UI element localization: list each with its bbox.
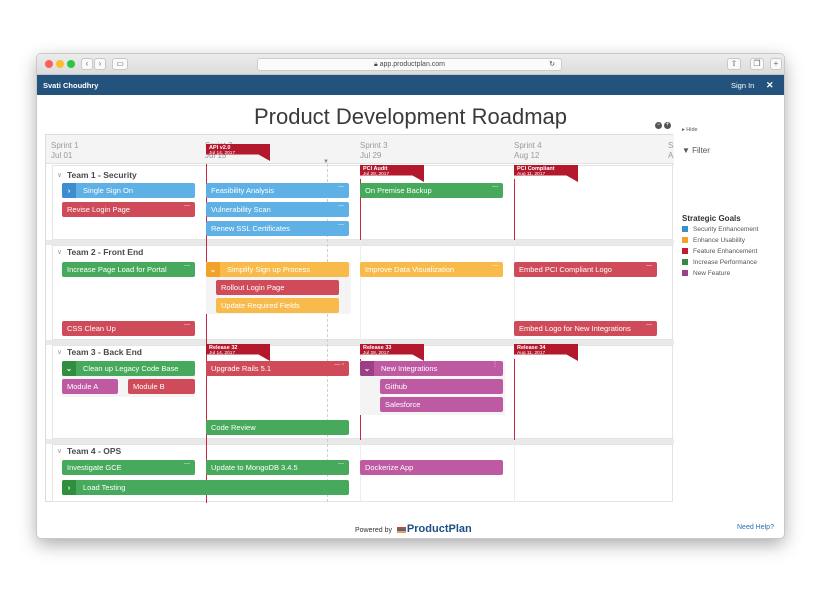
roadmap-bar[interactable]: Embed Logo for New Integrations — <box>514 321 657 336</box>
roadmap-bar[interactable]: Github <box>380 379 503 394</box>
back-arrow-icon[interactable]: ‹ <box>81 58 93 70</box>
sprint-column-1: Sprint 1 Jul 01 <box>51 141 79 160</box>
sprint-column-5: SA <box>668 141 674 160</box>
productplan-logo-icon <box>396 527 406 533</box>
goal-swatch <box>682 259 688 265</box>
expand-chevron-icon[interactable]: › <box>62 183 76 198</box>
milestone-line <box>514 359 515 440</box>
goals-title: Strategic Goals <box>682 214 741 223</box>
roadmap-bar[interactable]: Embed PCI Compliant Logo — <box>514 262 657 277</box>
roadmap-bar[interactable]: Improve Data Visualization — <box>360 262 503 277</box>
collapse-chevron-icon[interactable]: ∨ <box>57 171 62 179</box>
reload-icon[interactable]: ↻ <box>549 59 555 70</box>
screenshot-root: ‹ › ▭ 🔒︎ app.productplan.com ↻ ⇧ ❐ + Sva… <box>0 0 820 590</box>
forward-arrow-icon[interactable]: › <box>94 58 106 70</box>
roadmap-bar[interactable]: On Premise Backup — <box>360 183 503 198</box>
roadmap-bar[interactable]: Salesforce <box>380 397 503 412</box>
tabs-icon[interactable]: ❐ <box>750 58 764 70</box>
roadmap-bar[interactable]: Module B <box>128 379 195 394</box>
collapse-chevron-icon[interactable]: ⌄ <box>360 361 374 376</box>
roadmap-bar[interactable]: ⌄ Clean up Legacy Code Base <box>62 361 195 376</box>
roadmap-bar[interactable]: CSS Clean Up — <box>62 321 195 336</box>
hide-toggle[interactable]: ▸ Hide <box>682 127 698 133</box>
zoom-in-icon[interactable]: + <box>664 122 671 129</box>
goal-item: Security Enhancement <box>682 226 758 233</box>
collapse-chevron-icon[interactable]: ∨ <box>57 348 62 356</box>
expand-chevron-icon[interactable]: › <box>62 480 76 495</box>
team-title: Team 3 - Back End <box>67 347 142 357</box>
roadmap-bar[interactable]: ⌄ New Integrations ⋮ <box>360 361 503 376</box>
roadmap-bar[interactable]: Rollout Login Page <box>216 280 339 295</box>
goal-item: Feature Enhancement <box>682 248 757 255</box>
roadmap-bar[interactable]: Dockerize App <box>360 460 503 475</box>
minimize-window-button[interactable] <box>56 60 64 68</box>
filter-icon: ▼ <box>682 146 693 155</box>
roadmap-bar[interactable]: Code Review <box>206 420 349 435</box>
roadmap-bar[interactable]: Update to MongoDB 3.4.5— <box>206 460 349 475</box>
close-icon[interactable]: ✕ <box>766 80 774 91</box>
zoom-out-icon[interactable]: − <box>655 122 662 129</box>
filter-button[interactable]: ▼ Filter <box>682 146 710 155</box>
roadmap-bar[interactable]: › Single Sign On <box>62 183 195 198</box>
goal-item: Increase Performance <box>682 259 757 266</box>
page-title: Product Development Roadmap <box>253 104 568 129</box>
brand-name: ProductPlan <box>406 523 472 535</box>
collapse-chevron-icon[interactable]: ⌄ <box>62 361 76 376</box>
user-name: Svati Choudhry <box>43 81 99 90</box>
roadmap-bar[interactable]: Investigate GCE — <box>62 460 195 475</box>
close-window-button[interactable] <box>45 60 53 68</box>
app-header: Svati Choudhry Sign In ✕ <box>37 75 784 95</box>
powered-by: Powered by ProductPlan <box>355 523 472 535</box>
sprint-column-4: Sprint 4 Aug 12 <box>514 141 542 160</box>
sprint-column-3: Sprint 3 Jul 29 <box>360 141 388 160</box>
need-help-link[interactable]: Need Help? <box>737 524 774 531</box>
collapse-chevron-icon[interactable]: ∨ <box>57 248 62 256</box>
zoom-window-button[interactable] <box>67 60 75 68</box>
collapse-chevron-icon[interactable]: ⌄ <box>206 262 220 277</box>
new-tab-icon[interactable]: + <box>770 58 782 70</box>
address-bar[interactable]: 🔒︎ app.productplan.com ↻ <box>257 58 562 71</box>
roadmap-bar[interactable]: › Load Testing <box>62 480 349 495</box>
roadmap-bar[interactable]: Increase Page Load for Portal — <box>62 262 195 277</box>
goal-swatch <box>682 226 688 232</box>
browser-window: ‹ › ▭ 🔒︎ app.productplan.com ↻ ⇧ ❐ + Sva… <box>37 54 784 538</box>
browser-toolbar: ‹ › ▭ 🔒︎ app.productplan.com ↻ ⇧ ❐ + <box>37 54 784 75</box>
roadmap-bar[interactable]: Renew SSL Certificates — <box>206 221 349 236</box>
roadmap-bar[interactable]: ⌄ Simplify Sign up Process <box>206 262 349 277</box>
roadmap-bar[interactable]: Feasibility Analysis — <box>206 183 349 198</box>
roadmap-bar[interactable]: Module A <box>62 379 118 394</box>
sidebar-toggle-icon[interactable]: ▭ <box>112 58 128 70</box>
roadmap-grid: Sprint 1Jul 01 Sprint 2Jul 15 Sprint 3Ju… <box>45 134 674 503</box>
roadmap-bar[interactable]: Update Required Fields <box>216 298 339 313</box>
team-title: Team 2 - Front End <box>67 247 144 257</box>
goal-swatch <box>682 270 688 276</box>
goal-swatch <box>682 237 688 243</box>
milestone-line <box>514 179 515 240</box>
roadmap-bar[interactable]: Vulnerability Scan — <box>206 202 349 217</box>
url-text: app.productplan.com <box>379 61 446 68</box>
share-icon[interactable]: ⇧ <box>727 58 741 70</box>
roadmap-bar[interactable]: Revise Login Page — <box>62 202 195 217</box>
goal-swatch <box>682 248 688 254</box>
team-title: Team 1 - Security <box>67 170 137 180</box>
roadmap-bar[interactable]: Upgrade Rails 5.1— ▫ <box>206 361 349 376</box>
team-title: Team 4 - OPS <box>67 446 122 456</box>
goal-item: New Feature <box>682 270 730 277</box>
goal-item: Enhance Usability <box>682 237 745 244</box>
sign-in-link[interactable]: Sign In <box>731 81 754 90</box>
collapse-chevron-icon[interactable]: ∨ <box>57 447 62 455</box>
sprint-header: Sprint 1Jul 01 Sprint 2Jul 15 Sprint 3Ju… <box>46 135 674 165</box>
